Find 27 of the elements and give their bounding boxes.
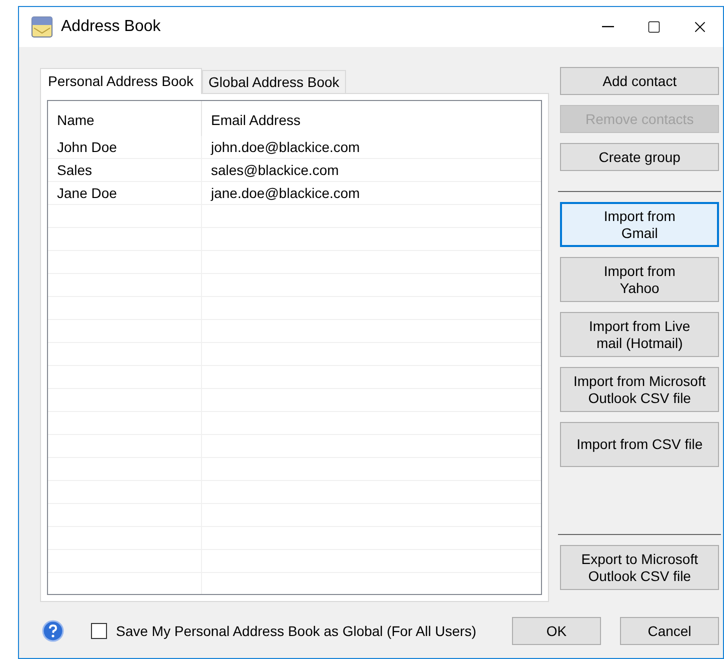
table-cell-text: jane.doe@blackice.com xyxy=(210,184,361,203)
side-button[interactable]: Add contact xyxy=(560,67,719,95)
table-cell: Jane Doe xyxy=(48,182,202,204)
window-title: Address Book xyxy=(61,17,161,37)
column-header[interactable]: Email Address xyxy=(202,101,542,136)
dialog-button[interactable]: OK xyxy=(512,617,601,645)
tab[interactable]: Global Address Book xyxy=(202,70,346,93)
table-cell: Sales xyxy=(48,159,202,181)
column-header[interactable]: Name xyxy=(48,101,202,136)
help-icon[interactable] xyxy=(42,620,64,642)
side-button[interactable]: Import from Microsoft Outlook CSV file xyxy=(560,367,719,412)
minimize-icon xyxy=(602,26,614,28)
side-button[interactable]: Import from Yahoo xyxy=(560,257,719,302)
side-button[interactable]: Import from Live mail (Hotmail) xyxy=(560,312,719,357)
maximize-icon xyxy=(647,20,661,34)
side-button[interactable]: Create group xyxy=(560,143,719,171)
side-button[interactable]: Export to Microsoft Outlook CSV file xyxy=(560,545,719,590)
checkbox[interactable] xyxy=(91,623,107,639)
tab[interactable]: Personal Address Book xyxy=(40,68,202,94)
dialog-button[interactable]: Cancel xyxy=(620,617,719,645)
table-cell: John Doe xyxy=(48,136,202,158)
table-cell-text: john.doe@blackice.com xyxy=(210,138,361,157)
checkbox-label: Save My Personal Address Book as Global (For All Users) xyxy=(116,622,476,641)
side-button[interactable]: Import from Gmail xyxy=(560,202,719,247)
app-icon xyxy=(31,16,53,38)
side-button[interactable]: Import from CSV file xyxy=(560,422,719,467)
table-cell-text: sales@blackice.com xyxy=(210,161,340,180)
